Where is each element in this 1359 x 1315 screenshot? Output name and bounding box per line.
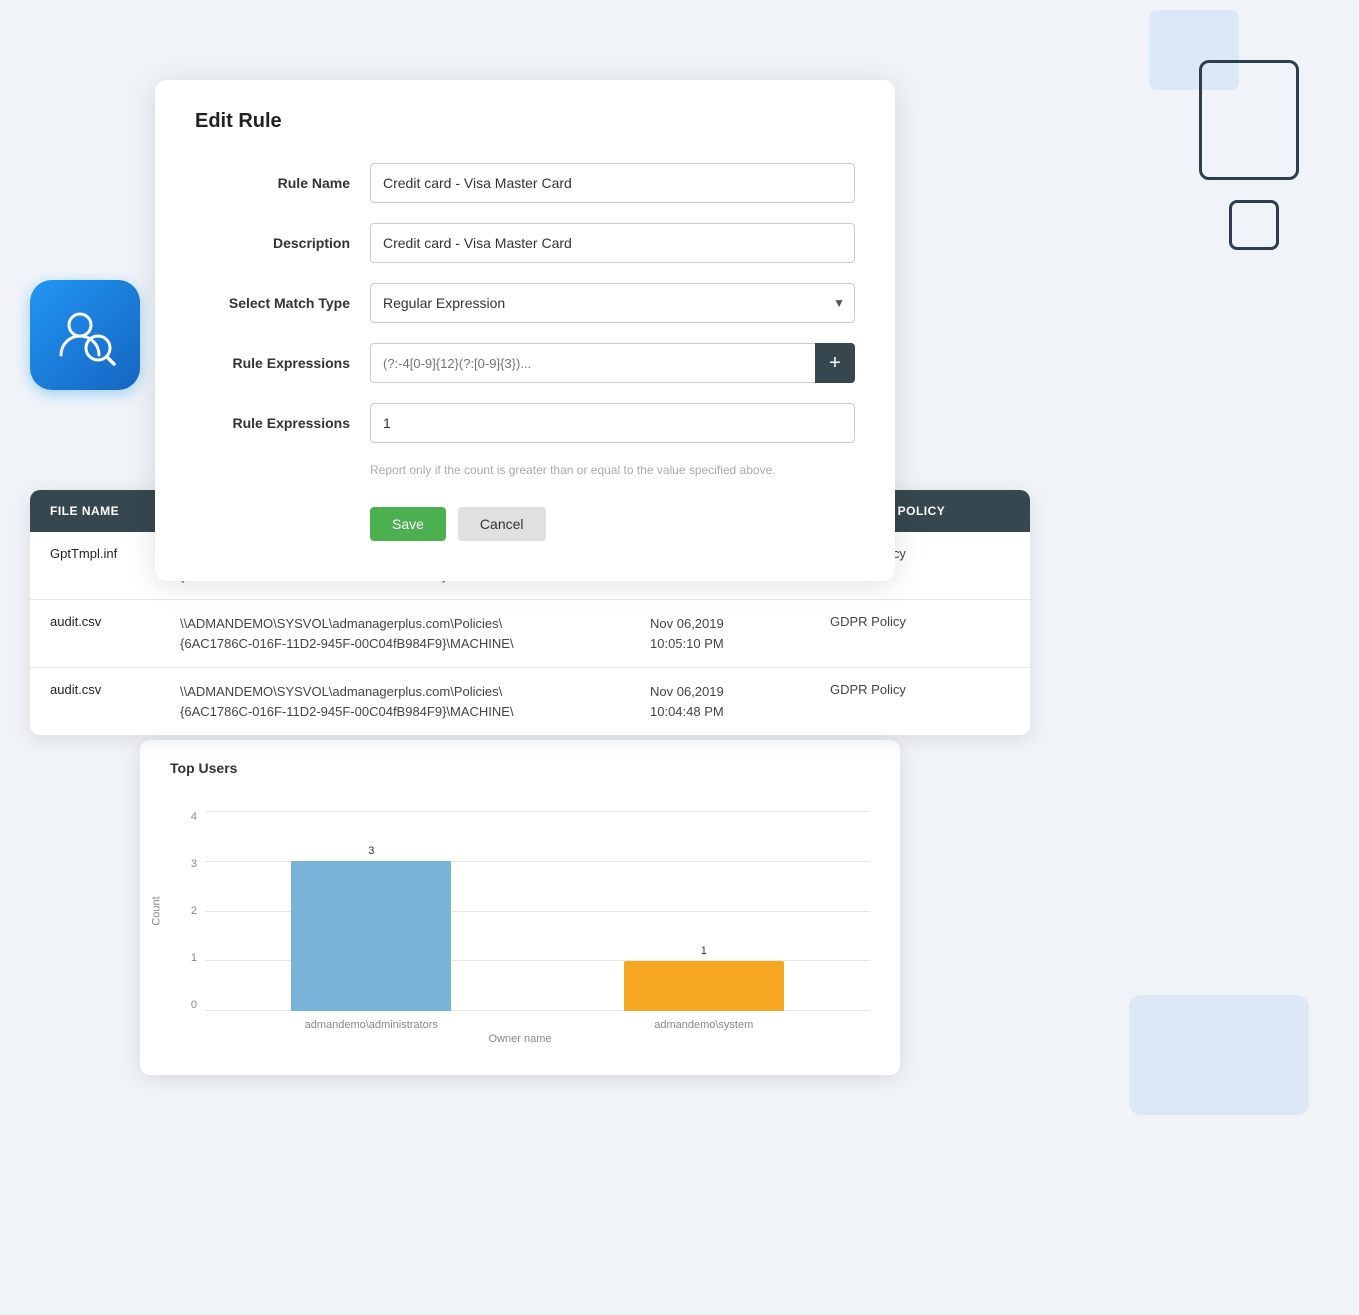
chart-card: Top Users 4 3 2 1 0 Count 3 <box>140 740 900 1075</box>
file-location-cell: \\ADMANDEMO\SYSVOL\admanagerplus.com\Pol… <box>180 614 650 653</box>
y-tick-1: 1 <box>191 952 197 964</box>
file-location-cell: \\ADMANDEMO\SYSVOL\admanagerplus.com\Pol… <box>180 682 650 721</box>
add-expression-button[interactable]: + <box>815 343 855 383</box>
policy-cell: GDPR Policy <box>830 682 1010 697</box>
bg-decoration-2 <box>1199 60 1299 180</box>
bar-label-top-2: 1 <box>701 945 707 957</box>
chart-title: Top Users <box>170 760 870 776</box>
table-row: audit.csv \\ADMANDEMO\SYSVOL\admanagerpl… <box>30 600 1030 668</box>
match-type-row: Select Match Type Regular Expression Exa… <box>195 283 855 323</box>
bar-1 <box>291 861 451 1011</box>
rule-name-label: Rule Name <box>195 175 370 191</box>
file-name-cell: audit.csv <box>50 614 180 629</box>
bar-group-1: 3 <box>205 845 538 1011</box>
y-tick-2: 2 <box>191 905 197 917</box>
bars-container: 3 1 <box>205 811 870 1011</box>
expression-input[interactable] <box>370 343 815 383</box>
rule-name-input[interactable] <box>370 163 855 203</box>
policy-cell: GDPR Policy <box>830 614 1010 629</box>
hint-text: Report only if the count is greater than… <box>370 463 855 477</box>
x-label-2: admandemo\system <box>538 1019 871 1031</box>
rule-expressions-count-input[interactable] <box>370 403 855 443</box>
description-input[interactable] <box>370 223 855 263</box>
chart-content: 3 1 admandemo\administrators admandemo\s… <box>205 811 870 1031</box>
match-type-wrapper: Regular Expression Exact Match Contains … <box>370 283 855 323</box>
save-button[interactable]: Save <box>370 507 446 541</box>
y-tick-3: 3 <box>191 858 197 870</box>
bg-decoration-3 <box>1229 200 1279 250</box>
y-tick-0: 0 <box>191 999 197 1011</box>
app-icon <box>30 280 140 390</box>
rule-expressions-count-label: Rule Expressions <box>195 415 370 431</box>
bar-label-top-1: 3 <box>368 845 374 857</box>
file-name-cell: audit.csv <box>50 682 180 697</box>
match-type-select[interactable]: Regular Expression Exact Match Contains <box>370 283 855 323</box>
y-tick-4: 4 <box>191 811 197 823</box>
rule-name-row: Rule Name <box>195 163 855 203</box>
form-buttons: Save Cancel <box>370 507 855 541</box>
rule-expressions-count-row: Rule Expressions <box>195 403 855 443</box>
scan-time-cell: Nov 06,201910:05:10 PM <box>650 614 830 653</box>
bg-decoration-4 <box>1129 995 1309 1115</box>
match-type-label: Select Match Type <box>195 295 370 311</box>
rule-expressions-row: Rule Expressions + <box>195 343 855 383</box>
x-axis-labels: admandemo\administrators admandemo\syste… <box>205 1019 870 1031</box>
x-label-1: admandemo\administrators <box>205 1019 538 1031</box>
y-axis-label: Count <box>151 896 163 925</box>
edit-rule-title: Edit Rule <box>195 110 855 133</box>
chart-area: 4 3 2 1 0 Count 3 <box>170 791 870 1031</box>
rule-expressions-label: Rule Expressions <box>195 355 370 371</box>
scan-time-cell: Nov 06,201910:04:48 PM <box>650 682 830 721</box>
description-row: Description <box>195 223 855 263</box>
bar-2 <box>624 961 784 1011</box>
x-axis-title: Owner name <box>170 1033 870 1045</box>
expression-input-group: + <box>370 343 855 383</box>
description-label: Description <box>195 235 370 251</box>
bar-group-2: 1 <box>538 945 871 1011</box>
cancel-button[interactable]: Cancel <box>458 507 546 541</box>
edit-rule-card: Edit Rule Rule Name Description Select M… <box>155 80 895 581</box>
table-row: audit.csv \\ADMANDEMO\SYSVOL\admanagerpl… <box>30 668 1030 735</box>
